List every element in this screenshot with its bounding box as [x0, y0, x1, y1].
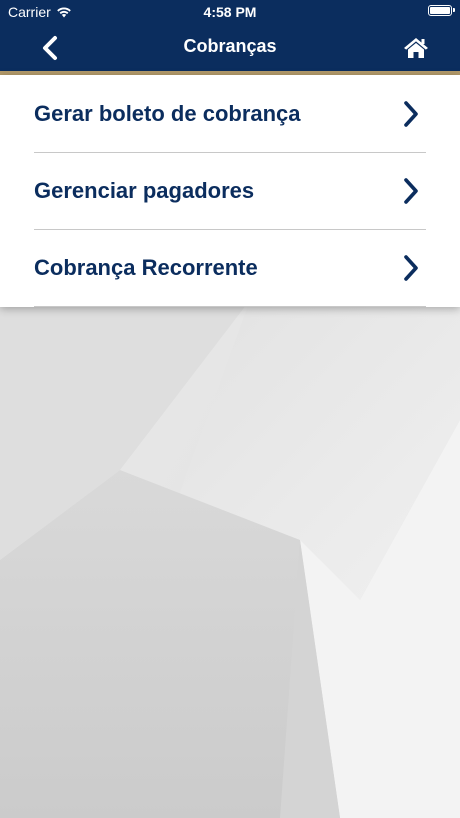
menu-item-gerar-boleto[interactable]: Gerar boleto de cobrança	[34, 76, 426, 153]
chevron-right-icon	[400, 254, 422, 282]
status-bar: Carrier 4:58 PM	[0, 0, 460, 24]
chevron-right-icon	[400, 177, 422, 205]
navigation-bar: Cobranças	[0, 24, 460, 71]
chevron-right-icon	[400, 100, 422, 128]
menu-item-label: Gerenciar pagadores	[34, 178, 255, 203]
page-title: Cobranças	[183, 36, 277, 56]
menu-item-label: Cobrança Recorrente	[34, 255, 258, 280]
menu-item-cobranca-recorrente[interactable]: Cobrança Recorrente	[34, 230, 426, 307]
menu-item-label: Gerar boleto de cobrança	[34, 101, 301, 126]
status-time: 4:58 PM	[203, 4, 257, 20]
home-button[interactable]	[398, 32, 434, 64]
menu-item-gerenciar-pagadores[interactable]: Gerenciar pagadores	[34, 153, 426, 230]
menu-card: Gerar boleto de cobrança Gerenciar pagad…	[0, 75, 460, 307]
home-icon	[404, 38, 428, 58]
battery-icon	[428, 5, 455, 16]
